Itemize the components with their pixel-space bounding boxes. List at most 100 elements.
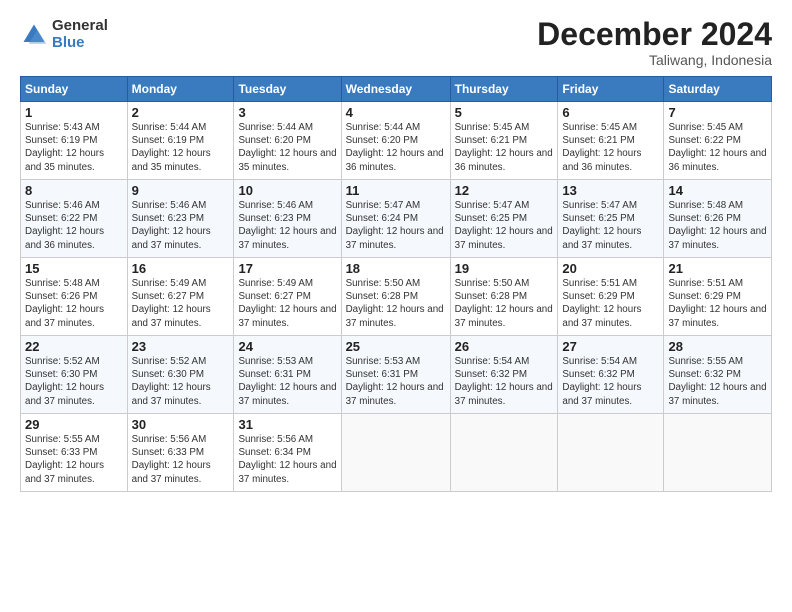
calendar-cell: 28 Sunrise: 5:55 AMSunset: 6:32 PMDaylig… [664, 336, 772, 414]
day-number: 8 [25, 183, 123, 198]
day-number: 27 [562, 339, 659, 354]
day-number: 13 [562, 183, 659, 198]
location: Taliwang, Indonesia [537, 52, 772, 68]
day-info: Sunrise: 5:46 AMSunset: 6:23 PMDaylight:… [238, 200, 336, 251]
calendar-cell: 13 Sunrise: 5:47 AMSunset: 6:25 PMDaylig… [558, 180, 664, 258]
day-info: Sunrise: 5:46 AMSunset: 6:22 PMDaylight:… [25, 200, 104, 251]
calendar-cell: 16 Sunrise: 5:49 AMSunset: 6:27 PMDaylig… [127, 258, 234, 336]
day-info: Sunrise: 5:46 AMSunset: 6:23 PMDaylight:… [132, 200, 211, 251]
day-number: 15 [25, 261, 123, 276]
day-info: Sunrise: 5:45 AMSunset: 6:22 PMDaylight:… [668, 122, 766, 173]
day-number: 25 [346, 339, 446, 354]
day-info: Sunrise: 5:48 AMSunset: 6:26 PMDaylight:… [25, 278, 104, 329]
calendar-cell: 25 Sunrise: 5:53 AMSunset: 6:31 PMDaylig… [341, 336, 450, 414]
day-number: 30 [132, 417, 230, 432]
header-tuesday: Tuesday [234, 77, 341, 102]
calendar-cell: 30 Sunrise: 5:56 AMSunset: 6:33 PMDaylig… [127, 414, 234, 492]
calendar-cell: 24 Sunrise: 5:53 AMSunset: 6:31 PMDaylig… [234, 336, 341, 414]
day-number: 12 [455, 183, 554, 198]
calendar-cell: 27 Sunrise: 5:54 AMSunset: 6:32 PMDaylig… [558, 336, 664, 414]
day-number: 29 [25, 417, 123, 432]
calendar-cell: 15 Sunrise: 5:48 AMSunset: 6:26 PMDaylig… [21, 258, 128, 336]
day-number: 11 [346, 183, 446, 198]
header-monday: Monday [127, 77, 234, 102]
calendar-cell: 9 Sunrise: 5:46 AMSunset: 6:23 PMDayligh… [127, 180, 234, 258]
calendar-cell: 11 Sunrise: 5:47 AMSunset: 6:24 PMDaylig… [341, 180, 450, 258]
header: General Blue December 2024 Taliwang, Ind… [20, 18, 772, 68]
day-number: 19 [455, 261, 554, 276]
calendar-cell: 17 Sunrise: 5:49 AMSunset: 6:27 PMDaylig… [234, 258, 341, 336]
calendar-cell: 18 Sunrise: 5:50 AMSunset: 6:28 PMDaylig… [341, 258, 450, 336]
day-number: 4 [346, 105, 446, 120]
calendar-week-row: 1 Sunrise: 5:43 AMSunset: 6:19 PMDayligh… [21, 102, 772, 180]
day-info: Sunrise: 5:51 AMSunset: 6:29 PMDaylight:… [562, 278, 641, 329]
calendar-header-row: Sunday Monday Tuesday Wednesday Thursday… [21, 77, 772, 102]
day-number: 14 [668, 183, 767, 198]
day-number: 20 [562, 261, 659, 276]
day-info: Sunrise: 5:51 AMSunset: 6:29 PMDaylight:… [668, 278, 766, 329]
header-thursday: Thursday [450, 77, 558, 102]
calendar-cell [450, 414, 558, 492]
day-number: 1 [25, 105, 123, 120]
calendar-cell: 4 Sunrise: 5:44 AMSunset: 6:20 PMDayligh… [341, 102, 450, 180]
day-number: 3 [238, 105, 336, 120]
calendar-cell [341, 414, 450, 492]
day-info: Sunrise: 5:54 AMSunset: 6:32 PMDaylight:… [455, 356, 553, 407]
day-info: Sunrise: 5:47 AMSunset: 6:25 PMDaylight:… [562, 200, 641, 251]
day-number: 5 [455, 105, 554, 120]
day-info: Sunrise: 5:50 AMSunset: 6:28 PMDaylight:… [346, 278, 444, 329]
calendar-cell: 8 Sunrise: 5:46 AMSunset: 6:22 PMDayligh… [21, 180, 128, 258]
calendar-cell: 2 Sunrise: 5:44 AMSunset: 6:19 PMDayligh… [127, 102, 234, 180]
calendar-cell: 21 Sunrise: 5:51 AMSunset: 6:29 PMDaylig… [664, 258, 772, 336]
calendar-cell: 19 Sunrise: 5:50 AMSunset: 6:28 PMDaylig… [450, 258, 558, 336]
title-area: December 2024 Taliwang, Indonesia [537, 18, 772, 68]
day-number: 17 [238, 261, 336, 276]
day-info: Sunrise: 5:44 AMSunset: 6:20 PMDaylight:… [238, 122, 336, 173]
day-number: 24 [238, 339, 336, 354]
day-number: 6 [562, 105, 659, 120]
calendar-cell: 1 Sunrise: 5:43 AMSunset: 6:19 PMDayligh… [21, 102, 128, 180]
calendar-cell [558, 414, 664, 492]
calendar-week-row: 8 Sunrise: 5:46 AMSunset: 6:22 PMDayligh… [21, 180, 772, 258]
calendar-week-row: 22 Sunrise: 5:52 AMSunset: 6:30 PMDaylig… [21, 336, 772, 414]
calendar-cell: 10 Sunrise: 5:46 AMSunset: 6:23 PMDaylig… [234, 180, 341, 258]
day-number: 18 [346, 261, 446, 276]
day-info: Sunrise: 5:52 AMSunset: 6:30 PMDaylight:… [132, 356, 211, 407]
day-info: Sunrise: 5:55 AMSunset: 6:32 PMDaylight:… [668, 356, 766, 407]
day-number: 10 [238, 183, 336, 198]
day-info: Sunrise: 5:44 AMSunset: 6:19 PMDaylight:… [132, 122, 211, 173]
day-number: 22 [25, 339, 123, 354]
calendar-cell: 23 Sunrise: 5:52 AMSunset: 6:30 PMDaylig… [127, 336, 234, 414]
day-info: Sunrise: 5:43 AMSunset: 6:19 PMDaylight:… [25, 122, 104, 173]
day-info: Sunrise: 5:55 AMSunset: 6:33 PMDaylight:… [25, 434, 104, 485]
header-wednesday: Wednesday [341, 77, 450, 102]
logo-blue: Blue [52, 35, 108, 52]
day-number: 16 [132, 261, 230, 276]
day-number: 7 [668, 105, 767, 120]
calendar-cell: 26 Sunrise: 5:54 AMSunset: 6:32 PMDaylig… [450, 336, 558, 414]
calendar-cell: 20 Sunrise: 5:51 AMSunset: 6:29 PMDaylig… [558, 258, 664, 336]
day-info: Sunrise: 5:45 AMSunset: 6:21 PMDaylight:… [562, 122, 641, 173]
day-info: Sunrise: 5:52 AMSunset: 6:30 PMDaylight:… [25, 356, 104, 407]
day-number: 9 [132, 183, 230, 198]
day-info: Sunrise: 5:50 AMSunset: 6:28 PMDaylight:… [455, 278, 553, 329]
calendar-cell: 31 Sunrise: 5:56 AMSunset: 6:34 PMDaylig… [234, 414, 341, 492]
logo-icon [20, 21, 48, 49]
day-number: 2 [132, 105, 230, 120]
day-info: Sunrise: 5:49 AMSunset: 6:27 PMDaylight:… [132, 278, 211, 329]
calendar-cell: 22 Sunrise: 5:52 AMSunset: 6:30 PMDaylig… [21, 336, 128, 414]
day-info: Sunrise: 5:53 AMSunset: 6:31 PMDaylight:… [238, 356, 336, 407]
calendar-cell: 7 Sunrise: 5:45 AMSunset: 6:22 PMDayligh… [664, 102, 772, 180]
day-info: Sunrise: 5:54 AMSunset: 6:32 PMDaylight:… [562, 356, 641, 407]
page: General Blue December 2024 Taliwang, Ind… [0, 0, 792, 612]
day-number: 26 [455, 339, 554, 354]
day-number: 23 [132, 339, 230, 354]
calendar-cell [664, 414, 772, 492]
calendar-table: Sunday Monday Tuesday Wednesday Thursday… [20, 76, 772, 492]
day-number: 21 [668, 261, 767, 276]
day-info: Sunrise: 5:53 AMSunset: 6:31 PMDaylight:… [346, 356, 444, 407]
day-number: 31 [238, 417, 336, 432]
logo-text: General Blue [52, 18, 108, 51]
header-friday: Friday [558, 77, 664, 102]
header-saturday: Saturday [664, 77, 772, 102]
